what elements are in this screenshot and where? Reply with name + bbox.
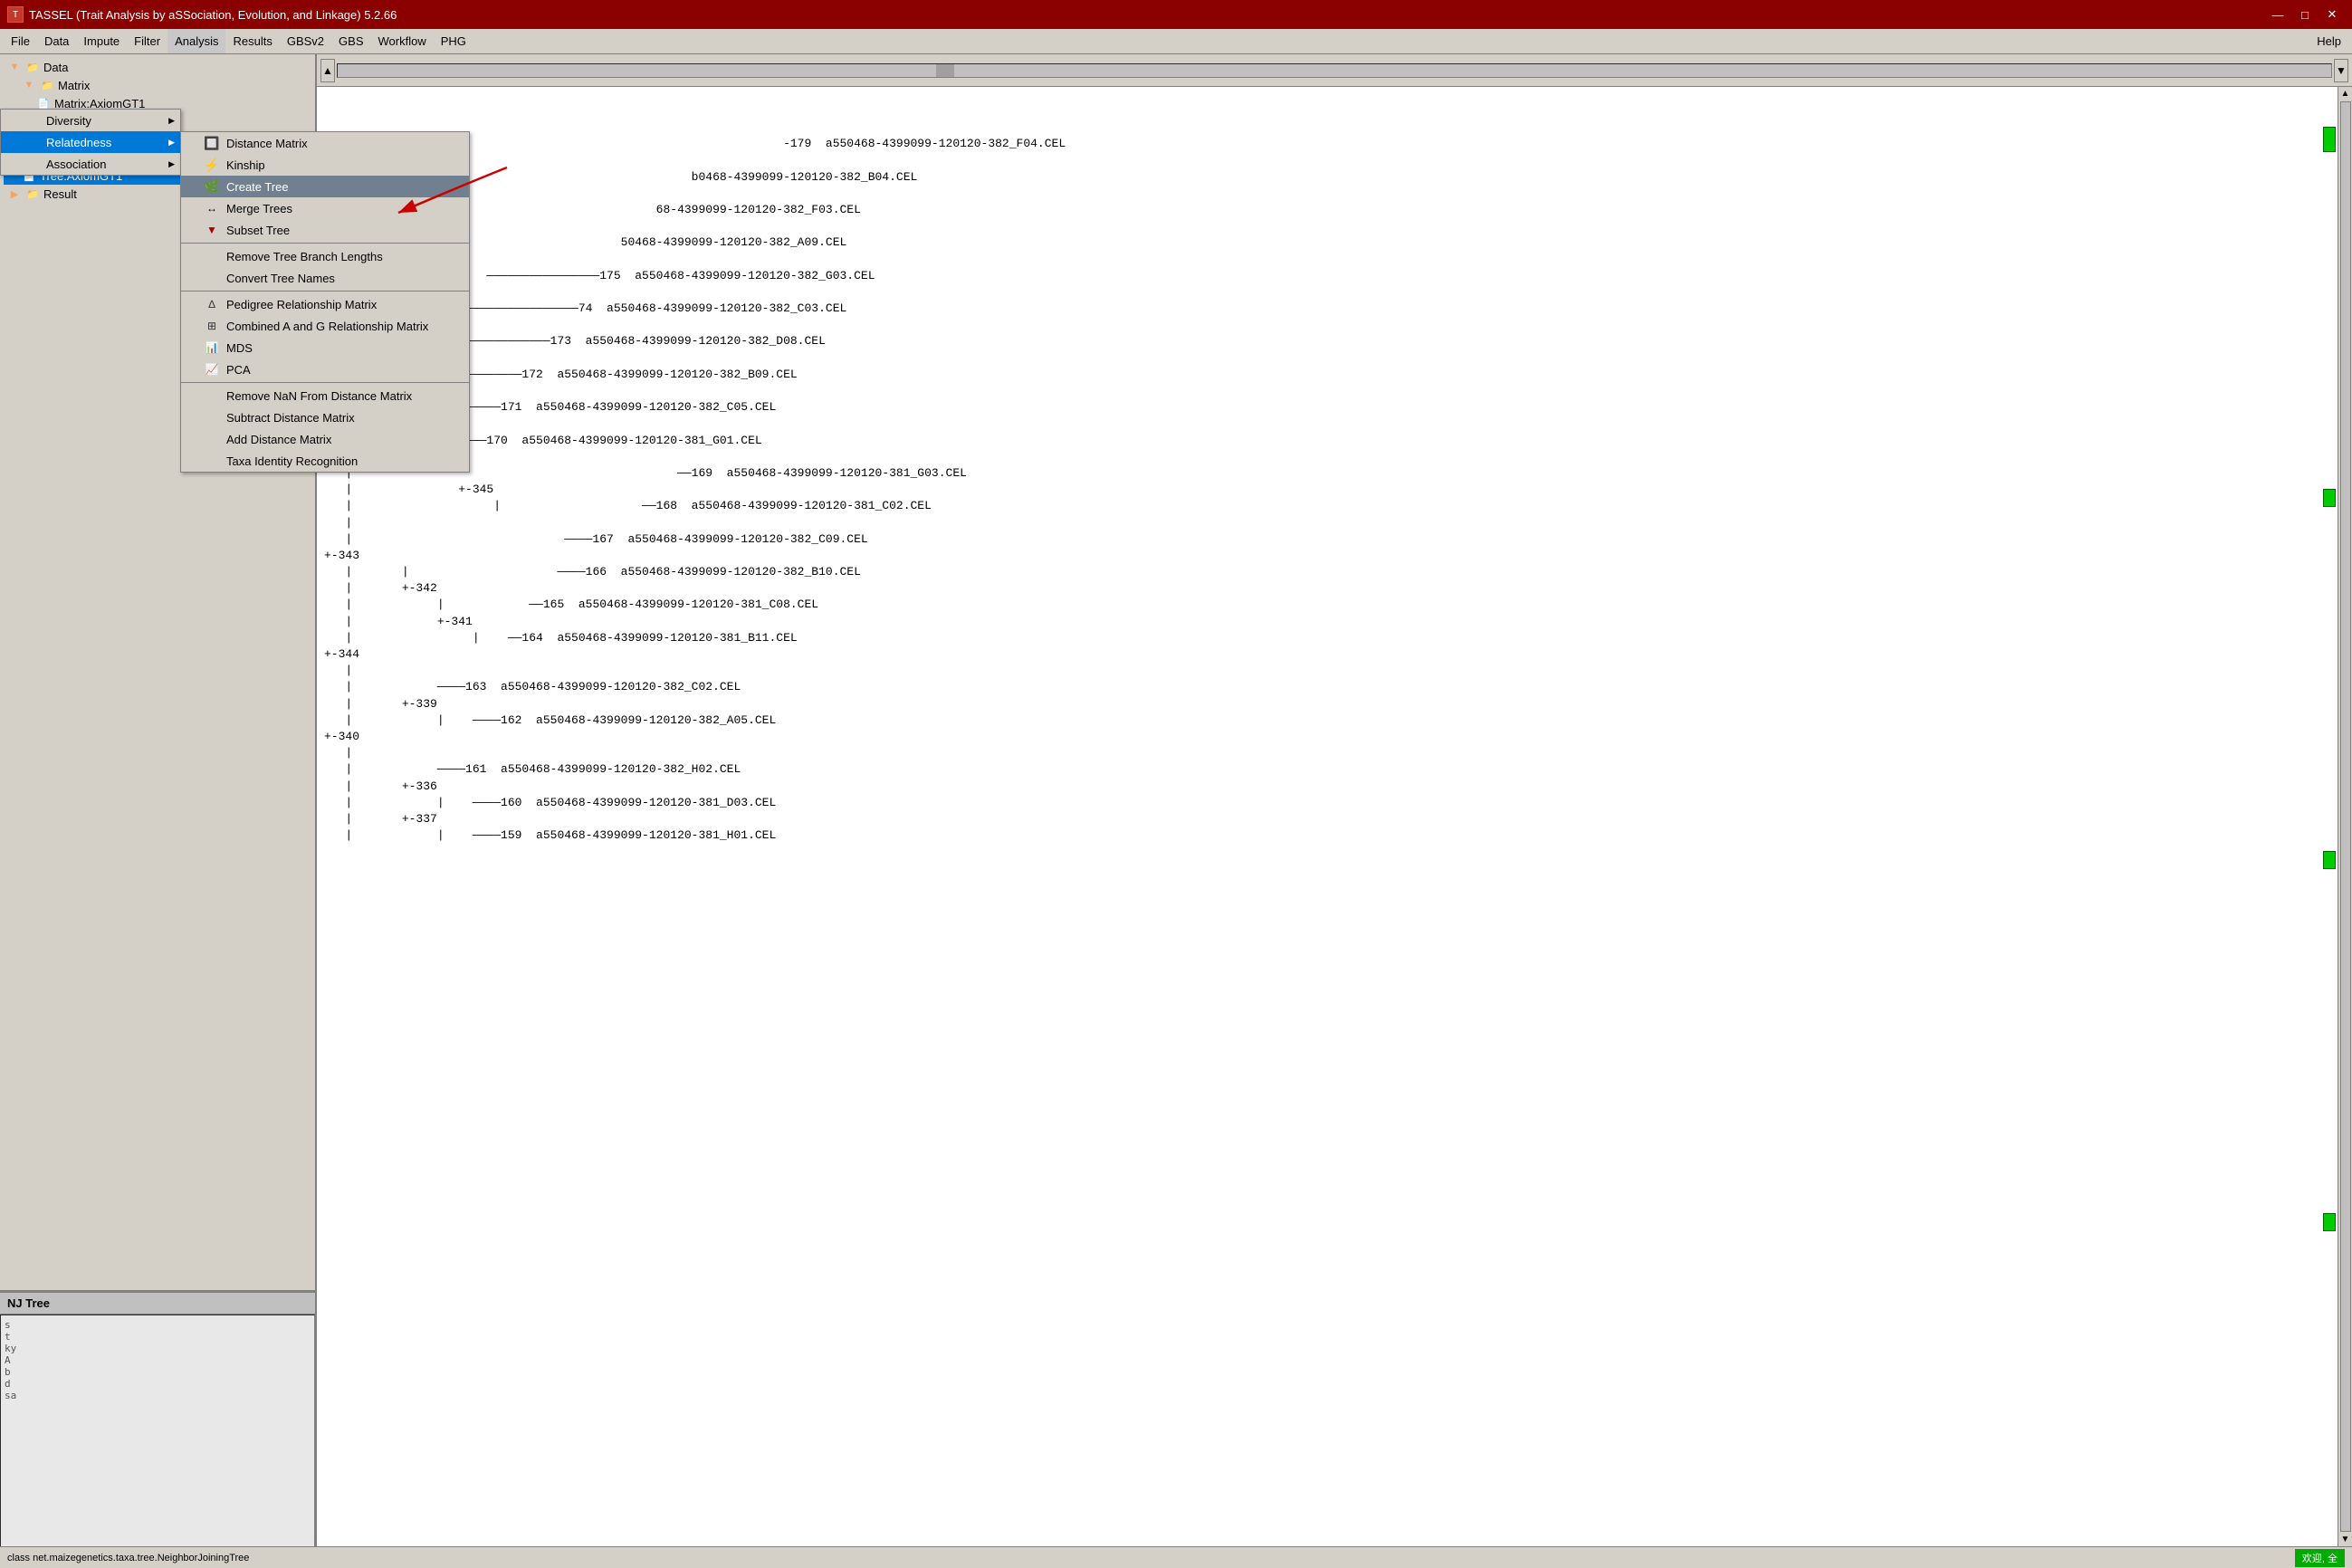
menu-file[interactable]: File — [4, 29, 37, 53]
submenu-convert-tree-names[interactable]: Convert Tree Names — [181, 267, 469, 289]
status-text: class net.maizegenetics.taxa.tree.Neighb… — [7, 1553, 249, 1563]
expand-icon-result: ▶ — [7, 186, 22, 201]
menu-phg[interactable]: PHG — [434, 29, 473, 53]
folder-icon: 📁 — [25, 60, 40, 74]
relatedness-submenu: 🔲 Distance Matrix ⚡ Kinship 🌿 Create Tre… — [180, 131, 470, 473]
green-indicator-1 — [2323, 127, 2336, 152]
tree-label-result: Result — [43, 187, 77, 201]
separator-2 — [181, 291, 469, 292]
menu-gbs[interactable]: GBS — [331, 29, 370, 53]
menu-item-association[interactable]: Association — [1, 153, 180, 175]
nj-tree-label: NJ Tree — [0, 1292, 315, 1315]
no-icon-6 — [203, 454, 221, 468]
create-tree-icon: 🌿 — [203, 179, 221, 194]
submenu-distance-matrix[interactable]: 🔲 Distance Matrix — [181, 132, 469, 154]
diversity-icon — [23, 113, 41, 128]
minimize-button[interactable]: — — [2265, 5, 2290, 24]
separator-3 — [181, 382, 469, 383]
folder-icon-matrix: 📁 — [40, 78, 54, 92]
analysis-dropdown: Diversity Relatedness 🔲 Distance Matrix … — [0, 109, 181, 176]
submenu-subset-tree[interactable]: ▼ Subset Tree — [181, 219, 469, 241]
mds-icon: 📊 — [203, 340, 221, 355]
kinship-icon: ⚡ — [203, 158, 221, 172]
relatedness-icon — [23, 135, 41, 149]
tree-content-area[interactable]: -179 a550468-4399099-120120-382_F04.CEL … — [317, 87, 2352, 1568]
status-right-text: 欢迎, 全 — [2295, 1549, 2345, 1567]
maximize-button[interactable]: □ — [2292, 5, 2318, 24]
tree-label-matrix: Matrix — [58, 79, 90, 92]
submenu-combined-ag[interactable]: ⊞ Combined A and G Relationship Matrix — [181, 315, 469, 337]
pca-icon: 📈 — [203, 362, 221, 377]
submenu-remove-nan[interactable]: Remove NaN From Distance Matrix — [181, 385, 469, 406]
toolbar-area: ▲ ▼ — [317, 54, 2352, 87]
distance-matrix-icon: 🔲 — [203, 136, 221, 150]
green-indicator-4 — [2323, 1213, 2336, 1231]
submenu-mds[interactable]: 📊 MDS — [181, 337, 469, 359]
submenu-pca[interactable]: 📈 PCA — [181, 359, 469, 380]
subset-tree-icon: ▼ — [203, 223, 221, 237]
close-button[interactable]: ✕ — [2319, 5, 2345, 24]
menu-item-relatedness[interactable]: Relatedness 🔲 Distance Matrix ⚡ Kinship … — [1, 131, 180, 153]
menu-bar: File Data Impute Filter Analysis Results… — [0, 29, 2352, 54]
title-bar: T TASSEL (Trait Analysis by aSSociation,… — [0, 0, 2352, 29]
app-icon: T — [7, 6, 24, 23]
green-indicator-2 — [2323, 489, 2336, 507]
bottom-panel: s t ky A b d sa — [0, 1315, 315, 1568]
menu-results[interactable]: Results — [225, 29, 279, 53]
separator-1 — [181, 243, 469, 244]
right-panel: ▲ ▼ -179 a550468-4399099-120120-382_F04.… — [317, 54, 2352, 1568]
menu-help[interactable]: Help — [2309, 29, 2348, 53]
vertical-scrollbar[interactable]: ▲ ▼ — [2338, 87, 2352, 1546]
menu-workflow[interactable]: Workflow — [371, 29, 434, 53]
folder-icon-result: 📁 — [25, 186, 40, 201]
menu-gbsv2[interactable]: GBSv2 — [280, 29, 331, 53]
tree-item-data[interactable]: ▼ 📁 Data — [4, 58, 311, 76]
menu-data[interactable]: Data — [37, 29, 76, 53]
submenu-subtract-distance[interactable]: Subtract Distance Matrix — [181, 406, 469, 428]
combined-ag-icon: ⊞ — [203, 319, 221, 333]
submenu-kinship[interactable]: ⚡ Kinship — [181, 154, 469, 176]
submenu-merge-trees[interactable]: ↔ Merge Trees — [181, 197, 469, 219]
tree-item-matrix[interactable]: ▼ 📁 Matrix — [4, 76, 311, 94]
menu-impute[interactable]: Impute — [76, 29, 127, 53]
submenu-taxa-identity[interactable]: Taxa Identity Recognition — [181, 450, 469, 472]
green-indicator-3 — [2323, 851, 2336, 869]
no-icon-4 — [203, 410, 221, 425]
submenu-add-distance[interactable]: Add Distance Matrix — [181, 428, 469, 450]
expand-icon: ▼ — [7, 60, 22, 74]
submenu-pedigree[interactable]: ∆ Pedigree Relationship Matrix — [181, 293, 469, 315]
no-icon-2 — [203, 271, 221, 285]
menu-item-diversity[interactable]: Diversity — [1, 110, 180, 131]
association-icon — [23, 157, 41, 171]
merge-trees-icon: ↔ — [203, 201, 221, 215]
tree-label-data: Data — [43, 61, 68, 74]
pedigree-icon: ∆ — [203, 297, 221, 311]
submenu-remove-branch-lengths[interactable]: Remove Tree Branch Lengths — [181, 245, 469, 267]
tree-visualization: -179 a550468-4399099-120120-382_F04.CEL … — [324, 120, 2345, 860]
analysis-menu: Diversity Relatedness 🔲 Distance Matrix … — [0, 109, 181, 176]
menu-filter[interactable]: Filter — [127, 29, 167, 53]
expand-icon-matrix: ▼ — [22, 78, 36, 92]
no-icon-3 — [203, 388, 221, 403]
status-bar: class net.maizegenetics.taxa.tree.Neighb… — [0, 1546, 2352, 1568]
window-title: TASSEL (Trait Analysis by aSSociation, E… — [29, 8, 397, 22]
no-icon-5 — [203, 432, 221, 446]
menu-analysis[interactable]: Analysis — [167, 29, 225, 53]
submenu-create-tree[interactable]: 🌿 Create Tree — [181, 176, 469, 197]
no-icon-1 — [203, 249, 221, 263]
